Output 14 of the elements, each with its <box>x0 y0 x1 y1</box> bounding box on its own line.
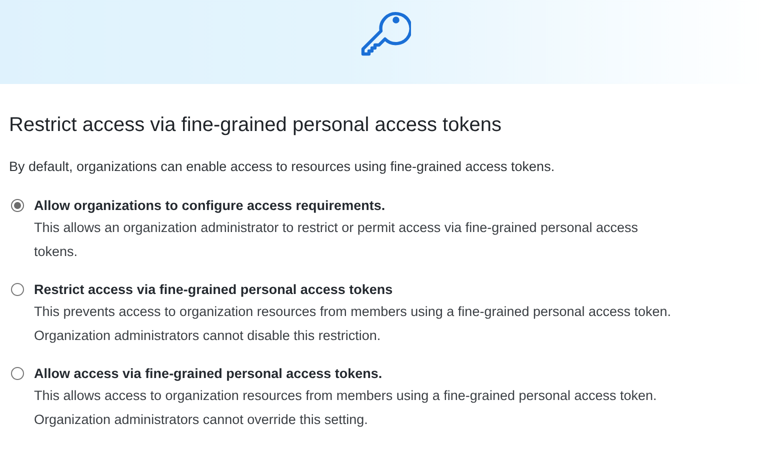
section-heading: Restrict access via fine-grained personal access tokens <box>9 114 502 137</box>
option-description: tokens. <box>34 243 79 261</box>
radio-button[interactable] <box>11 283 24 296</box>
intro-text: By default, organizations can enable access to resources using fine-grained access tokens. <box>9 159 556 174</box>
option-label: Allow organizations to configure access requirements. <box>34 197 386 215</box>
option-description: Organization administrators cannot override this setting. <box>34 411 369 429</box>
option-description: This allows an organization administrator to restrict or permit access via fine-grained personal access <box>34 219 638 237</box>
option-description: Organization administrators cannot disable this restriction. <box>34 327 382 345</box>
option-description: This prevents access to organization resources from members using a fine-grained personal access token. <box>34 303 672 321</box>
option-label: Allow access via fine-grained personal access tokens. <box>34 365 384 383</box>
option-description: This allows access to organization resources from members using a fine-grained personal access token. <box>34 387 657 405</box>
radio-button[interactable] <box>11 367 24 380</box>
radio-button[interactable] <box>11 199 24 212</box>
option-label: Restrict access via fine-grained personal access tokens <box>34 281 394 299</box>
